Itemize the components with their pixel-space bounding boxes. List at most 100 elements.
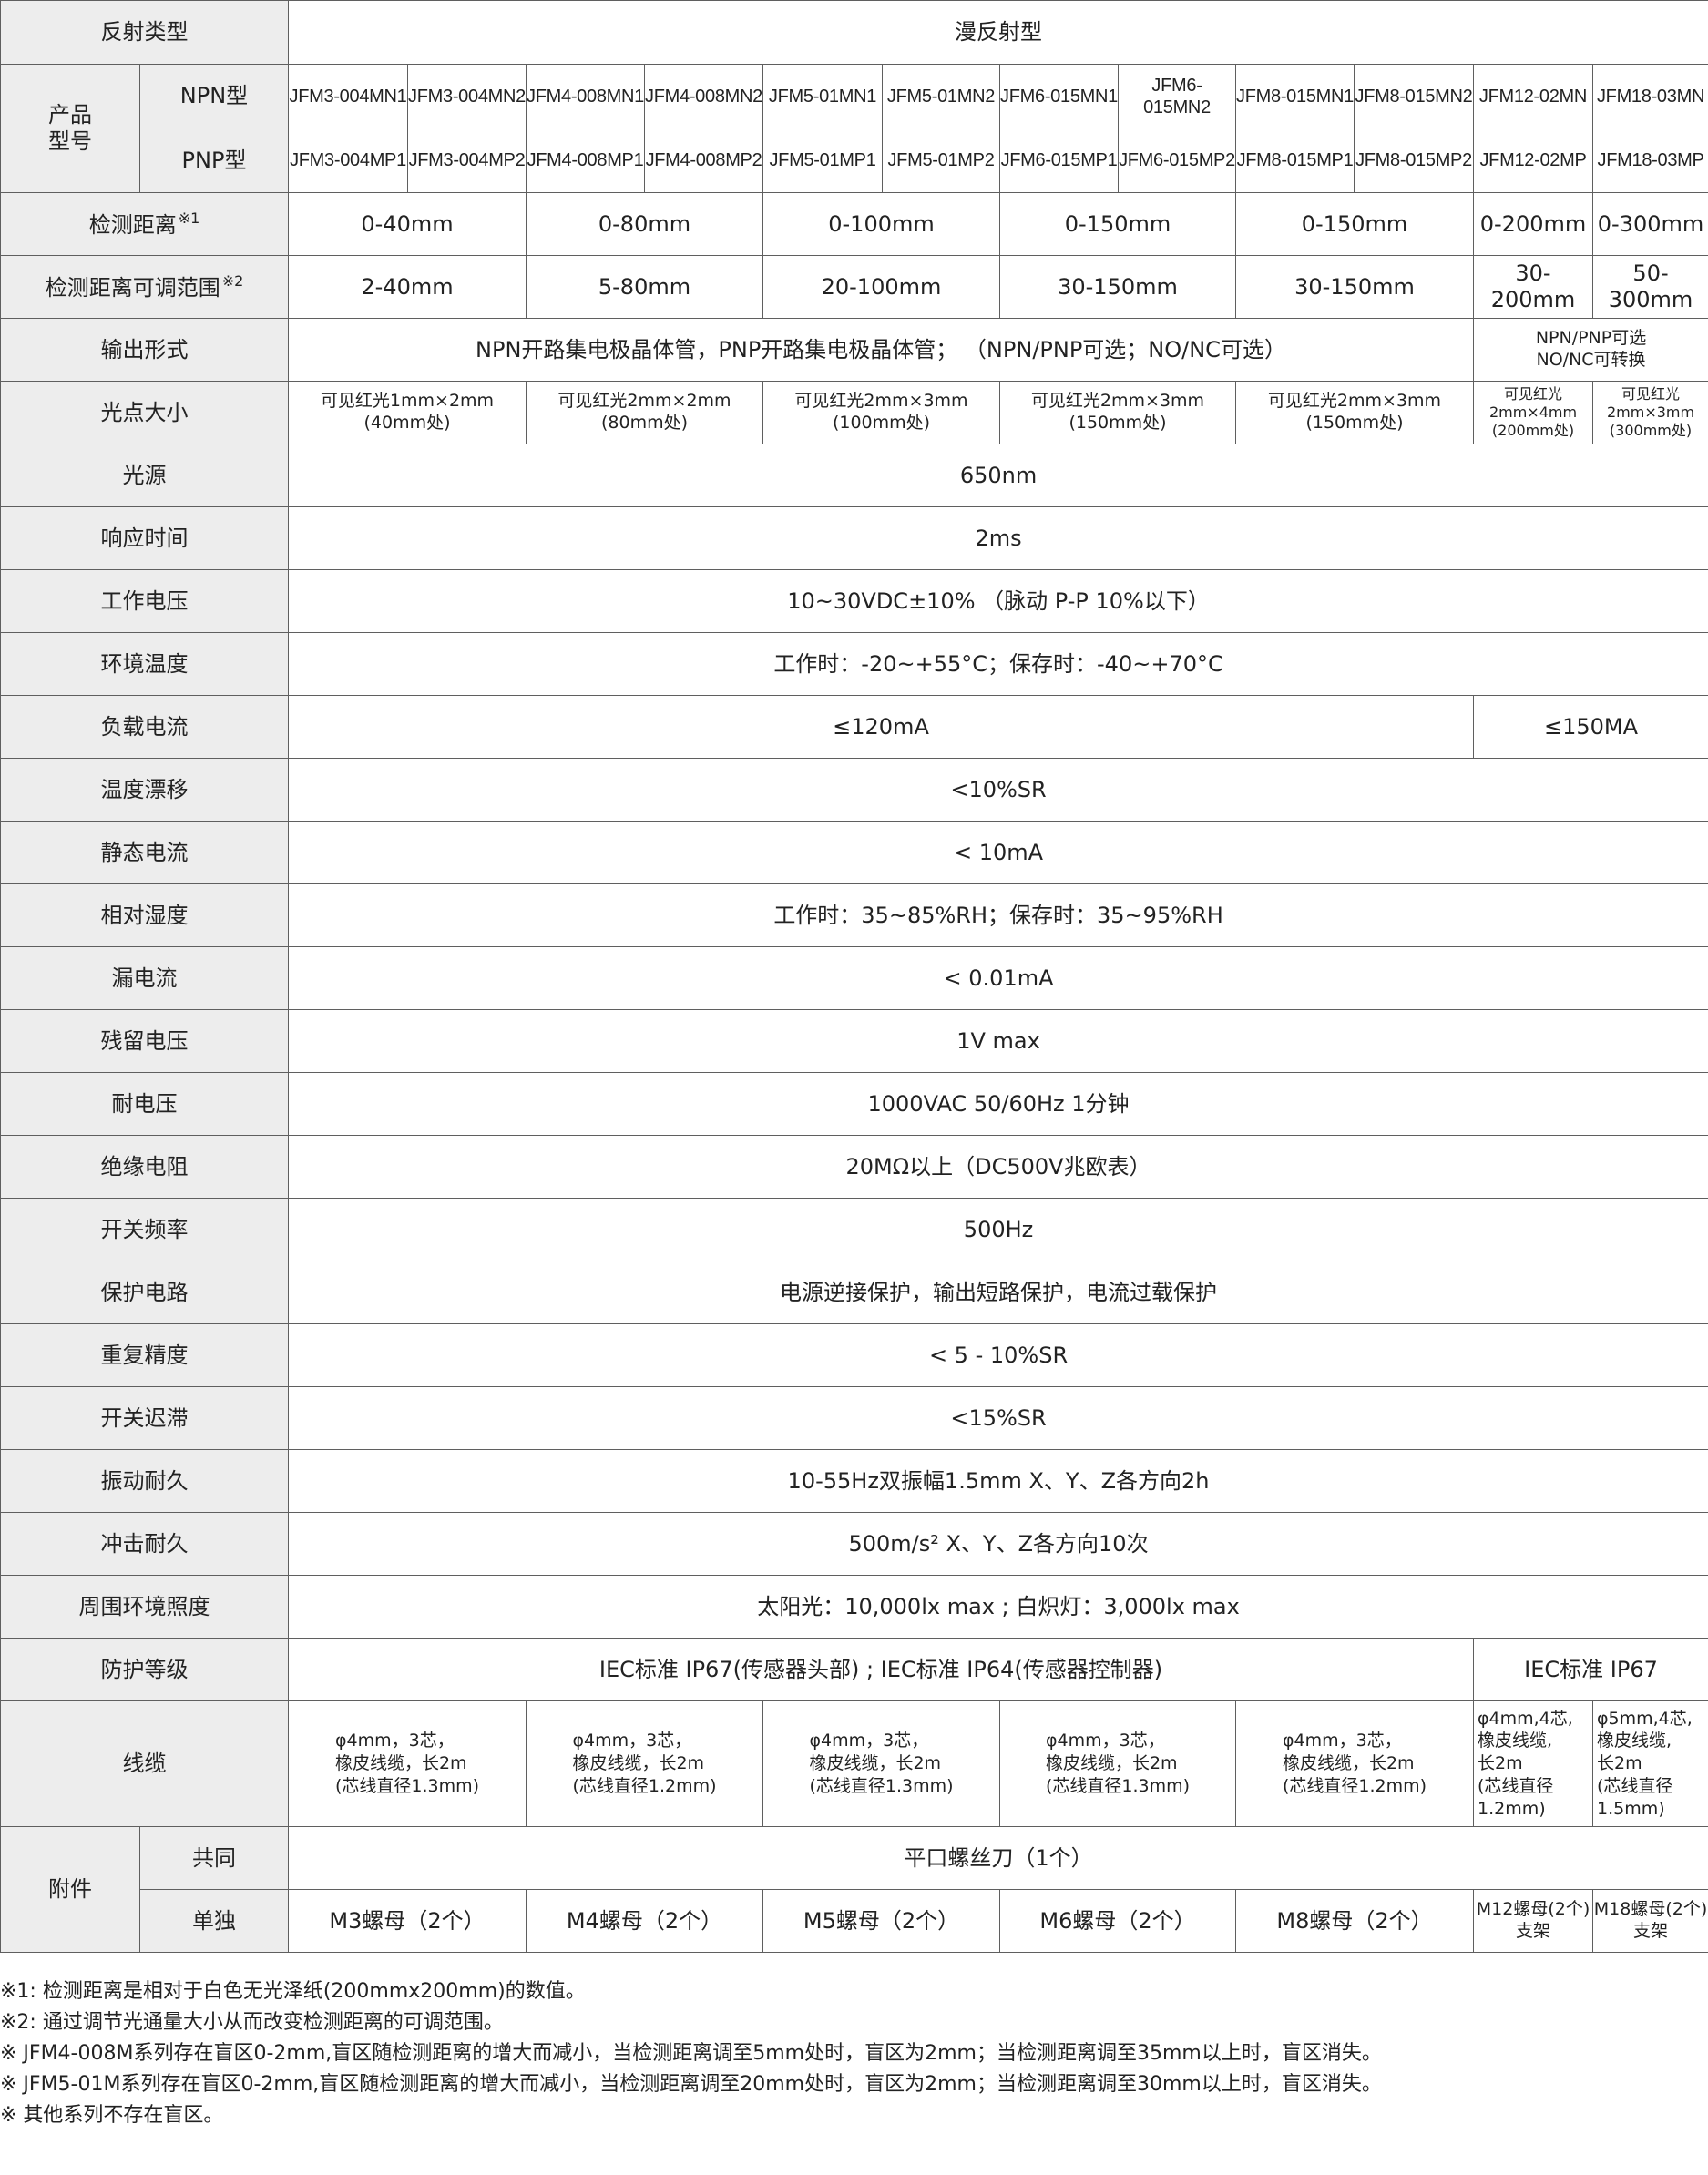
detect-distance-value: 0-300mm <box>1591 192 1708 256</box>
light-source-label: 光源 <box>0 444 289 507</box>
output-value: NPN开路集电极晶体管，PNP开路集电极晶体管； （NPN/PNP可选；NO/N… <box>288 318 1474 382</box>
row-cable: 线缆 φ4mm，3芯， 橡皮线缆，长2m (芯线直径1.3mm) φ4mm，3芯… <box>0 1700 1708 1827</box>
model-pnp-cell: JFM5-01MP2 <box>882 128 1000 193</box>
model-pnp-cell: JFM6-015MP1 <box>999 128 1119 193</box>
vibration-value: 10-55Hz双振幅1.5mm X、Y、Z各方向2h <box>287 1449 1708 1513</box>
shock-value: 500m/s² X、Y、Z各方向10次 <box>287 1512 1708 1576</box>
row-voltage: 工作电压 10~30VDC±10% （脉动 P-P 10%以下） <box>0 569 1708 633</box>
model-pnp-cell: JFM8-015MP2 <box>1354 128 1474 193</box>
row-adjust-range: 检测距离可调范围 ※2 2-40mm 5-80mm 20-100mm 30-150… <box>0 255 1708 319</box>
row-repeat-accuracy: 重复精度 < 5 - 10%SR <box>0 1323 1708 1387</box>
model-pnp-cell: JFM18-03MP <box>1591 128 1708 193</box>
humidity-label: 相对湿度 <box>0 883 289 947</box>
accessory-single-value: M6螺母（2个） <box>999 1889 1236 1953</box>
response-value: 2ms <box>287 506 1708 570</box>
spot-value: 可见红光2mm×3mm (100mm处) <box>762 381 1000 444</box>
row-withstand-voltage: 耐电压 1000VAC 50/60Hz 1分钟 <box>0 1072 1708 1136</box>
model-npn-cell: JFM12-02MN <box>1473 64 1593 128</box>
spot-value: 可见红光 2mm×4mm (200mm处) <box>1473 381 1593 444</box>
accessory-single-label: 单独 <box>139 1889 289 1953</box>
model-npn-cell: JFM3-004MN1 <box>288 64 408 128</box>
model-pnp-cell: JFM4-008MP2 <box>644 128 763 193</box>
model-npn-cell: JFM8-015MN1 <box>1235 64 1355 128</box>
row-shock: 冲击耐久 500m/s² X、Y、Z各方向10次 <box>0 1512 1708 1576</box>
model-npn-cell: JFM18-03MN <box>1591 64 1708 128</box>
voltage-label: 工作电压 <box>0 569 289 633</box>
temp-drift-label: 温度漂移 <box>0 758 289 822</box>
spot-label: 光点大小 <box>0 381 289 444</box>
spot-value: 可见红光1mm×2mm (40mm处) <box>288 381 527 444</box>
accessory-single-value: M3螺母（2个） <box>288 1889 527 1953</box>
cable-value: φ4mm，3芯， 橡皮线缆，长2m (芯线直径1.3mm) <box>762 1700 1000 1827</box>
spot-value: 可见红光2mm×3mm (150mm处) <box>1235 381 1474 444</box>
detect-distance-value: 0-150mm <box>1235 192 1474 256</box>
detect-distance-value: 0-100mm <box>762 192 1000 256</box>
footnote: ※ 其他系列不存在盲区。 <box>0 2104 224 2127</box>
model-pnp-cell: JFM3-004MP1 <box>288 128 408 193</box>
model-pnp-cell: JFM5-01MP1 <box>762 128 883 193</box>
cable-value: φ5mm,4芯, 橡皮线缆, 长2m (芯线直径 1.5mm) <box>1591 1700 1708 1827</box>
footnote: ※2: 通过调节光通量大小从而改变检测距离的可调范围。 <box>0 2011 504 2034</box>
light-source-value: 650nm <box>287 444 1708 507</box>
model-pnp-cell: JFM6-015MP2 <box>1118 128 1236 193</box>
cable-label: 线缆 <box>0 1700 289 1827</box>
switch-freq-label: 开关频率 <box>0 1198 289 1261</box>
model-label: 产品 型号 <box>0 64 140 193</box>
row-detect-distance: 检测距离 ※1 0-40mm 0-80mm 0-100mm 0-150mm 0-1… <box>0 192 1708 256</box>
ip-rating-value: IEC标准 IP67(传感器头部) ; IEC标准 IP64(传感器控制器) <box>288 1638 1474 1701</box>
hysteresis-label: 开关迟滞 <box>0 1386 289 1450</box>
row-protection-circuit: 保护电路 电源逆接保护，输出短路保护，电流过载保护 <box>0 1261 1708 1324</box>
static-current-value: < 10mA <box>287 821 1708 884</box>
row-response: 响应时间 2ms <box>0 506 1708 570</box>
static-current-label: 静态电流 <box>0 821 289 884</box>
cable-value: φ4mm，3芯， 橡皮线缆，长2m (芯线直径1.2mm) <box>526 1700 763 1827</box>
row-spot: 光点大小 可见红光1mm×2mm (40mm处) 可见红光2mm×2mm (80… <box>0 381 1708 444</box>
row-switch-freq: 开关频率 500Hz <box>0 1198 1708 1261</box>
response-label: 响应时间 <box>0 506 289 570</box>
accessory-single-value: M18螺母(2个) 支架 <box>1591 1889 1708 1953</box>
humidity-value: 工作时：35~85%RH；保存时：35~95%RH <box>287 883 1708 947</box>
model-pnp-cell: JFM12-02MP <box>1473 128 1593 193</box>
spot-value: 可见红光2mm×3mm (150mm处) <box>999 381 1236 444</box>
detect-distance-label: 检测距离 ※1 <box>0 192 289 256</box>
row-ip-rating: 防护等级 IEC标准 IP67(传感器头部) ; IEC标准 IP64(传感器控… <box>0 1638 1708 1701</box>
row-insulation: 绝缘电阻 20MΩ以上（DC500V兆欧表） <box>0 1135 1708 1199</box>
pnp-label: PNP型 <box>139 128 289 193</box>
load-current-value: ≤120mA <box>288 695 1474 759</box>
cable-value: φ4mm，3芯， 橡皮线缆，长2m (芯线直径1.3mm) <box>999 1700 1236 1827</box>
row-accessory-common: 附件 共同 平口螺丝刀（1个） <box>0 1826 1708 1953</box>
row-hysteresis: 开关迟滞 <15%SR <box>0 1386 1708 1450</box>
model-pnp-cell: JFM8-015MP1 <box>1235 128 1355 193</box>
adjust-range-value: 2-40mm <box>288 255 527 319</box>
row-output: 输出形式 NPN开路集电极晶体管，PNP开路集电极晶体管； （NPN/PNP可选… <box>0 318 1708 382</box>
cable-value: φ4mm,4芯, 橡皮线缆, 长2m (芯线直径 1.2mm) <box>1473 1700 1593 1827</box>
residual-voltage-value: 1V max <box>287 1009 1708 1073</box>
row-static-current: 静态电流 < 10mA <box>0 821 1708 884</box>
cable-value: φ4mm，3芯， 橡皮线缆，长2m (芯线直径1.3mm) <box>288 1700 527 1827</box>
ambient-temp-value: 工作时：-20~+55°C；保存时：-40~+70°C <box>287 632 1708 696</box>
footnote-mark: ※1 <box>178 209 200 228</box>
accessory-single-value: M4螺母（2个） <box>526 1889 763 1953</box>
model-pnp-cell: JFM3-004MP2 <box>407 128 527 193</box>
spot-value: 可见红光2mm×2mm (80mm处) <box>526 381 763 444</box>
temp-drift-value: <10%SR <box>287 758 1708 822</box>
reflect-type-label: 反射类型 <box>0 0 289 65</box>
residual-voltage-label: 残留电压 <box>0 1009 289 1073</box>
ip-rating-label: 防护等级 <box>0 1638 289 1701</box>
model-pnp-cell: JFM4-008MP1 <box>526 128 645 193</box>
npn-label: NPN型 <box>139 64 289 128</box>
vibration-label: 振动耐久 <box>0 1449 289 1513</box>
adjust-range-value: 5-80mm <box>526 255 763 319</box>
voltage-value: 10~30VDC±10% （脉动 P-P 10%以下） <box>287 569 1708 633</box>
model-npn-cell: JFM6-015MN1 <box>999 64 1119 128</box>
model-npn-cell: JFM8-015MN2 <box>1354 64 1474 128</box>
row-leak-current: 漏电流 < 0.01mA <box>0 946 1708 1010</box>
withstand-voltage-label: 耐电压 <box>0 1072 289 1136</box>
model-npn-cell: JFM6-015MN2 <box>1118 64 1236 128</box>
load-current-label: 负载电流 <box>0 695 289 759</box>
row-residual-voltage: 残留电压 1V max <box>0 1009 1708 1073</box>
accessory-common-label: 共同 <box>139 1826 289 1890</box>
model-npn-cell: JFM4-008MN2 <box>644 64 763 128</box>
adjust-range-value: 30-150mm <box>1235 255 1474 319</box>
row-light-source: 光源 650nm <box>0 444 1708 507</box>
